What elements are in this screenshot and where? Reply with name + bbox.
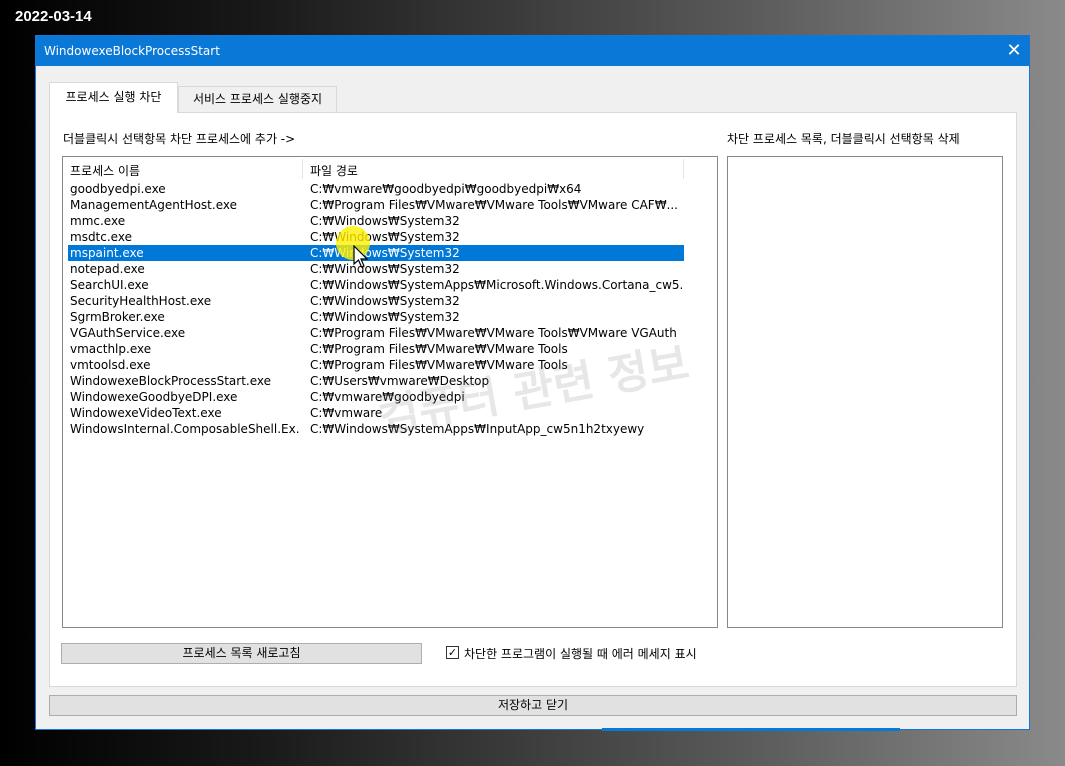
window-title: WindowexeBlockProcessStart xyxy=(44,44,220,58)
process-name-cell: goodbyedpi.exe xyxy=(70,182,166,196)
app-window: WindowexeBlockProcessStart ✕ 프로세스 실행 차단 … xyxy=(35,35,1030,730)
process-name-cell: SgrmBroker.exe xyxy=(70,310,165,324)
table-row[interactable]: notepad.exe C:₩Windows₩System32 xyxy=(68,261,684,277)
table-row[interactable]: goodbyedpi.exe C:₩vmware₩goodbyedpi₩goodb… xyxy=(68,181,684,197)
save-and-close-button[interactable]: 저장하고 닫기 xyxy=(49,695,1017,716)
mouse-cursor-icon xyxy=(353,245,369,268)
table-row[interactable]: msdtc.exe C:₩Windows₩System32 xyxy=(68,229,684,245)
file-path-cell: C:₩Windows₩SystemApps₩Microsoft.Windows.… xyxy=(310,278,682,292)
column-separator[interactable] xyxy=(683,159,684,179)
process-name-cell: WindowexeVideoText.exe xyxy=(70,406,222,420)
table-row[interactable]: VGAuthService.exe C:₩Program Files₩VMware… xyxy=(68,325,684,341)
title-bar: WindowexeBlockProcessStart ✕ xyxy=(36,36,1029,66)
process-name-cell: SearchUI.exe xyxy=(70,278,149,292)
left-hint-label: 더블클릭시 선택항목 차단 프로세스에 추가 -> xyxy=(63,132,296,146)
tab-service-stop[interactable]: 서비스 프로세스 실행중지 xyxy=(178,86,337,112)
process-name-cell: SecurityHealthHost.exe xyxy=(70,294,212,308)
column-header-path[interactable]: 파일 경로 xyxy=(310,162,358,179)
file-path-cell: C:₩vmware₩goodbyedpi₩goodbyedpi₩x64 xyxy=(310,182,582,196)
right-hint-label: 차단 프로세스 목록, 더블클릭시 선택항목 삭제 xyxy=(727,132,960,146)
file-path-cell: C:₩Windows₩System32 xyxy=(310,310,460,324)
table-row[interactable]: ManagementAgentHost.exe C:₩Program Files₩… xyxy=(68,197,684,213)
file-path-cell: C:₩Windows₩System32 xyxy=(310,214,460,228)
blocked-process-list[interactable] xyxy=(727,156,1003,628)
process-name-cell: vmacthlp.exe xyxy=(70,342,152,356)
table-row[interactable]: SearchUI.exe C:₩Windows₩SystemApps₩Micros… xyxy=(68,277,684,293)
file-path-cell: C:₩Windows₩System32 xyxy=(310,294,460,308)
table-row[interactable]: mspaint.exe C:₩Windows₩System32 xyxy=(68,245,684,261)
date-stamp: 2022-03-14 xyxy=(15,8,92,25)
process-list-header: 프로세스 이름 파일 경로 xyxy=(63,157,717,181)
tab-process-block[interactable]: 프로세스 실행 차단 xyxy=(49,82,178,113)
refresh-process-list-button[interactable]: 프로세스 목록 새로고침 xyxy=(61,643,422,664)
process-name-cell: WindowsInternal.ComposableShell.Ex... xyxy=(70,422,300,436)
process-name-cell: VGAuthService.exe xyxy=(70,326,186,340)
file-path-cell: C:₩Program Files₩VMware₩VMware Tools₩VMw… xyxy=(310,198,678,212)
table-row[interactable]: WindowsInternal.ComposableShell.Ex... C:₩… xyxy=(68,421,684,437)
process-name-cell: ManagementAgentHost.exe xyxy=(70,198,237,212)
error-message-checkbox-label[interactable]: 차단한 프로그램이 실행될 때 에러 메세지 표시 xyxy=(464,645,697,662)
table-row[interactable]: SecurityHealthHost.exe C:₩Windows₩System3… xyxy=(68,293,684,309)
process-name-cell: WindowexeBlockProcessStart.exe xyxy=(70,374,271,388)
process-name-cell: mmc.exe xyxy=(70,214,126,228)
process-name-cell: notepad.exe xyxy=(70,262,145,276)
process-name-cell: WindowexeGoodbyeDPI.exe xyxy=(70,390,238,404)
column-separator[interactable] xyxy=(302,159,303,179)
column-header-name[interactable]: 프로세스 이름 xyxy=(70,162,140,179)
process-name-cell: msdtc.exe xyxy=(70,230,132,244)
table-row[interactable]: SgrmBroker.exe C:₩Windows₩System32 xyxy=(68,309,684,325)
error-message-checkbox[interactable]: ✓ xyxy=(446,646,459,659)
process-name-cell: mspaint.exe xyxy=(70,246,144,260)
taskbar-fragment xyxy=(602,728,900,731)
close-icon[interactable]: ✕ xyxy=(999,36,1029,66)
process-name-cell: vmtoolsd.exe xyxy=(70,358,151,372)
table-row[interactable]: mmc.exe C:₩Windows₩System32 xyxy=(68,213,684,229)
